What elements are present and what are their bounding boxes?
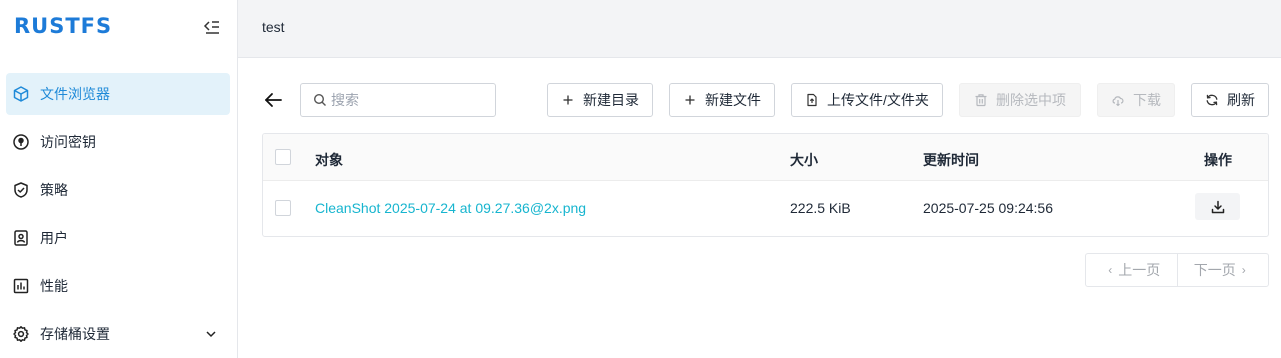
- upload-label: 上传文件/文件夹: [827, 92, 929, 108]
- menu-fold-icon[interactable]: [202, 17, 222, 37]
- prev-page-label: 上一页: [1118, 262, 1161, 278]
- column-header-size[interactable]: 大小: [790, 150, 818, 170]
- user-badge-icon: [12, 229, 30, 247]
- object-name-link[interactable]: CleanShot 2025-07-24 at 09.27.36@2x.png: [315, 200, 586, 216]
- select-all-checkbox[interactable]: [275, 149, 291, 165]
- new-file-button[interactable]: 新建文件: [669, 83, 775, 117]
- upload-button[interactable]: 上传文件/文件夹: [791, 83, 943, 117]
- file-upload-icon: [805, 93, 819, 107]
- key-circle-icon: [12, 133, 30, 151]
- refresh-button[interactable]: 刷新: [1191, 83, 1269, 117]
- sidebar-item-label: 性能: [40, 278, 68, 294]
- chevron-down-icon[interactable]: [204, 327, 218, 341]
- column-header-actions: 操作: [1204, 152, 1232, 168]
- plus-icon: [561, 93, 575, 107]
- next-page-button[interactable]: 下一页 ›: [1178, 254, 1269, 286]
- sidebar: RUSTFS 文件浏览器 访问密钥 策略 用户 性能 存储桶设置: [0, 0, 238, 358]
- search-input[interactable]: [331, 92, 481, 108]
- refresh-icon: [1205, 93, 1219, 107]
- trash-icon: [974, 93, 988, 107]
- sidebar-item-users[interactable]: 用户: [6, 217, 230, 259]
- gear-icon: [12, 325, 30, 343]
- chevron-left-icon: ‹: [1108, 263, 1113, 277]
- row-download-button[interactable]: [1195, 193, 1240, 220]
- sidebar-item-label: 文件浏览器: [40, 86, 110, 102]
- search-icon: [313, 93, 327, 107]
- pagination: ‹ 上一页 下一页 ›: [1085, 253, 1269, 287]
- sidebar-nav: 文件浏览器 访问密钥 策略 用户 性能 存储桶设置: [6, 73, 230, 358]
- delete-selected-label: 删除选中项: [996, 92, 1066, 108]
- plus-icon: [683, 93, 697, 107]
- sidebar-item-bucket-settings[interactable]: 存储桶设置: [6, 313, 230, 355]
- table-header: 对象 大小 更新时间 操作: [263, 134, 1268, 181]
- sidebar-item-policies[interactable]: 策略: [6, 169, 230, 211]
- next-page-label: 下一页: [1193, 262, 1236, 278]
- sidebar-item-file-browser[interactable]: 文件浏览器: [6, 73, 230, 115]
- download-label: 下载: [1133, 92, 1161, 108]
- download-icon: [1210, 199, 1226, 215]
- sidebar-item-access-keys[interactable]: 访问密钥: [6, 121, 230, 163]
- object-updated-time: 2025-07-25 09:24:56: [923, 200, 1053, 216]
- shield-check-icon: [12, 181, 30, 199]
- sidebar-item-label: 访问密钥: [40, 134, 96, 150]
- logo: RUSTFS: [14, 14, 113, 38]
- table-row[interactable]: CleanShot 2025-07-24 at 09.27.36@2x.png …: [263, 181, 1268, 236]
- new-folder-button[interactable]: 新建目录: [547, 83, 653, 117]
- back-arrow-icon[interactable]: [262, 89, 284, 111]
- new-folder-label: 新建目录: [583, 92, 639, 108]
- download-button[interactable]: 下载: [1097, 83, 1175, 117]
- sidebar-item-label: 存储桶设置: [40, 326, 110, 342]
- chevron-right-icon: ›: [1241, 263, 1246, 277]
- bar-chart-icon: [12, 277, 30, 295]
- column-header-object[interactable]: 对象: [315, 150, 343, 170]
- logo-row: RUSTFS: [0, 0, 237, 58]
- objects-table: 对象 大小 更新时间 操作 CleanShot 2025-07-24 at 09…: [262, 133, 1269, 237]
- column-header-updated[interactable]: 更新时间: [923, 150, 979, 170]
- refresh-label: 刷新: [1227, 92, 1255, 108]
- header-bar: test: [238, 0, 1281, 58]
- cube-icon: [12, 85, 30, 103]
- sidebar-item-label: 策略: [40, 182, 68, 198]
- new-file-label: 新建文件: [705, 92, 761, 108]
- sidebar-item-label: 用户: [40, 230, 68, 246]
- search-box[interactable]: [300, 83, 496, 117]
- sidebar-item-performance[interactable]: 性能: [6, 265, 230, 307]
- cloud-download-icon: [1111, 93, 1125, 107]
- page-title: test: [262, 19, 285, 35]
- row-checkbox[interactable]: [275, 200, 291, 216]
- delete-selected-button[interactable]: 删除选中项: [959, 83, 1081, 117]
- object-size: 222.5 KiB: [790, 200, 851, 216]
- prev-page-button[interactable]: ‹ 上一页: [1086, 254, 1178, 286]
